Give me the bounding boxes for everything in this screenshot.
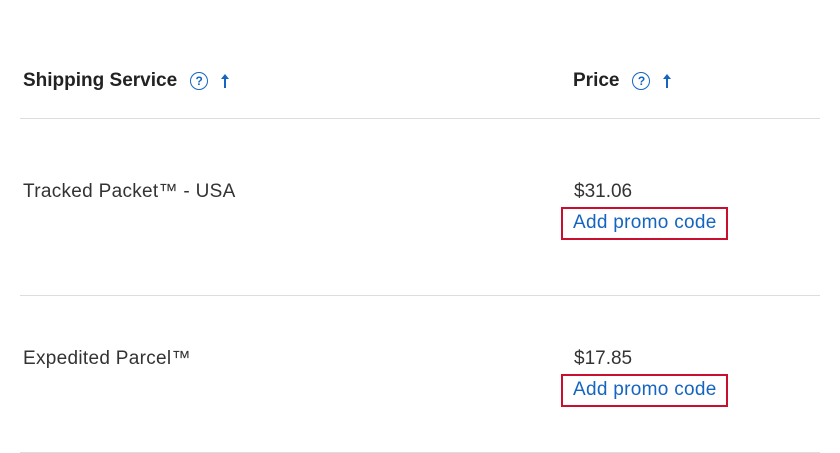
price-cell: $31.06 Add promo code	[561, 181, 728, 240]
price-header[interactable]: Price ?	[573, 70, 672, 92]
shipping-service-header-label: Shipping Service	[23, 70, 178, 91]
price-value: $17.85	[574, 348, 633, 369]
table-header-row: Shipping Service ? Price ?	[20, 0, 820, 119]
shipping-service-name: Expedited Parcel™	[23, 348, 191, 369]
shipping-service-header[interactable]: Shipping Service ?	[23, 70, 230, 92]
shipping-service-name: Tracked Packet™ - USA	[23, 181, 236, 202]
price-value: $31.06	[574, 181, 633, 202]
table-row: Tracked Packet™ - USA $31.06 Add promo c…	[20, 119, 820, 296]
arrow-up-icon[interactable]	[220, 73, 230, 89]
add-promo-code-link[interactable]: Add promo code	[561, 207, 728, 240]
question-circle-icon[interactable]: ?	[190, 72, 209, 90]
table-row: Expedited Parcel™ $17.85 Add promo code	[20, 296, 820, 453]
price-cell: $17.85 Add promo code	[561, 348, 728, 407]
question-circle-icon[interactable]: ?	[632, 72, 651, 90]
add-promo-code-link[interactable]: Add promo code	[561, 374, 728, 407]
price-header-label: Price	[573, 70, 620, 91]
arrow-up-icon[interactable]	[662, 73, 672, 89]
